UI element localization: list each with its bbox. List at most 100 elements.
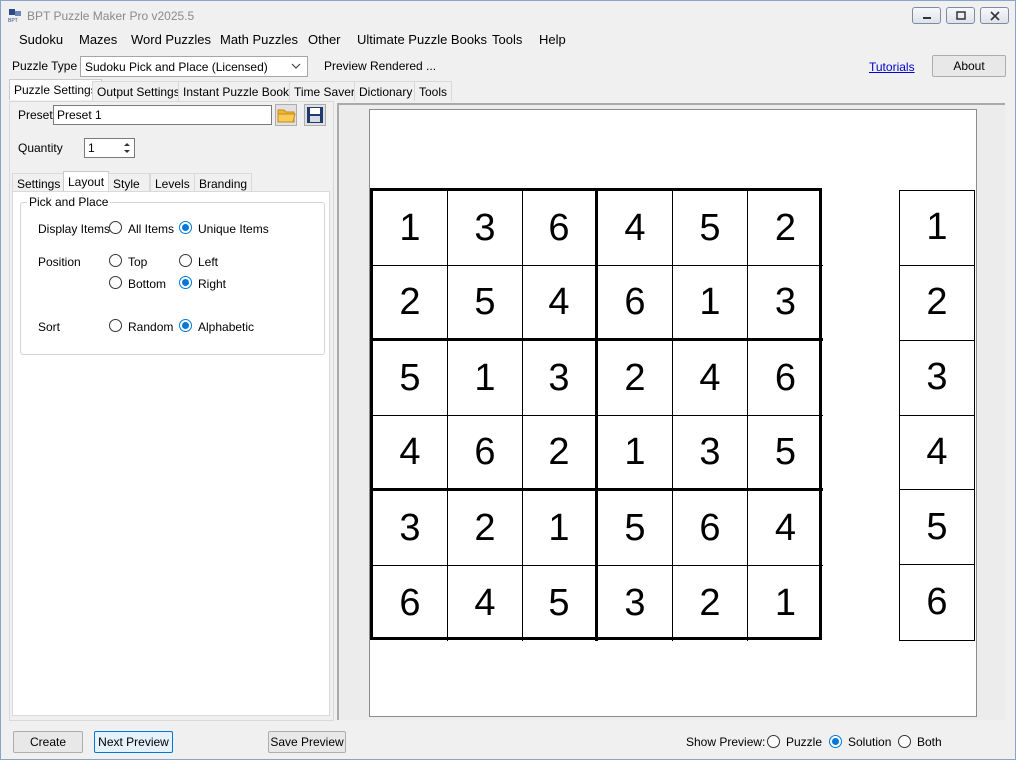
folder-icon (277, 109, 296, 123)
menu-tools[interactable]: Tools (492, 32, 522, 47)
tab-puzzle-settings[interactable]: Puzzle Settings (9, 79, 102, 100)
menu-other[interactable]: Other (308, 32, 341, 47)
tab-instant-puzzle-books[interactable]: Instant Puzzle Books (178, 81, 301, 101)
position-top-label[interactable]: Top (128, 255, 147, 269)
grid-cell: 1 (673, 266, 748, 341)
grid-cell: 4 (373, 416, 448, 491)
stepper-arrows-icon[interactable] (121, 139, 133, 157)
menu-help[interactable]: Help (539, 32, 566, 47)
radio-show-solution[interactable] (829, 735, 842, 748)
create-button[interactable]: Create (13, 731, 83, 753)
show-solution-label[interactable]: Solution (848, 735, 891, 749)
preview-background: 136452254613513246462135321564645321 123… (339, 105, 1005, 720)
show-puzzle-label[interactable]: Puzzle (786, 735, 822, 749)
all-items-label[interactable]: All Items (128, 222, 174, 236)
menu-ultimate-puzzle-books[interactable]: Ultimate Puzzle Books (357, 32, 487, 47)
puzzle-type-row: Puzzle Type Sudoku Pick and Place (Licen… (1, 53, 1015, 79)
floppy-disk-icon (307, 107, 323, 123)
group-title: Pick and Place (27, 195, 111, 209)
bottom-bar: Create Next Preview Save Preview Show Pr… (1, 723, 1015, 759)
maximize-button[interactable] (946, 7, 975, 24)
position-left-label[interactable]: Left (198, 255, 218, 269)
grid-cell: 5 (598, 491, 673, 566)
grid-cell: 6 (748, 341, 823, 416)
radio-position-bottom[interactable] (109, 276, 122, 289)
tutorials-link[interactable]: Tutorials (869, 60, 915, 74)
minimize-button[interactable] (912, 7, 941, 24)
radio-unique-items[interactable] (179, 221, 192, 234)
grid-cell: 6 (523, 191, 598, 266)
radio-position-right[interactable] (179, 276, 192, 289)
tab-tools[interactable]: Tools (414, 81, 453, 101)
show-preview-label: Show Preview: (686, 735, 766, 749)
position-bottom-label[interactable]: Bottom (128, 277, 166, 291)
maximize-icon (956, 11, 966, 20)
menu-math-puzzles[interactable]: Math Puzzles (220, 32, 298, 47)
puzzle-type-value: Sudoku Pick and Place (Licensed) (85, 60, 268, 74)
pick-item: 6 (926, 581, 948, 624)
grid-cell: 3 (448, 191, 523, 266)
tab-time-saver[interactable]: Time Saver (289, 81, 360, 101)
radio-position-left[interactable] (179, 254, 192, 267)
pick-item: 3 (900, 341, 974, 416)
save-preset-button[interactable] (304, 104, 326, 126)
grid-cell: 4 (598, 191, 673, 266)
grid-cell: 2 (523, 416, 598, 491)
menu-bar: Sudoku Mazes Word Puzzles Math Puzzles O… (1, 29, 1015, 51)
grid-cell: 2 (448, 491, 523, 566)
radio-show-both[interactable] (898, 735, 911, 748)
grid-cell: 1 (373, 191, 448, 266)
tab-layout[interactable]: Layout (63, 171, 110, 192)
grid-cell: 6 (373, 566, 448, 641)
preset-input[interactable]: Preset 1 (53, 105, 272, 125)
tab-output-settings[interactable]: Output Settings (92, 81, 185, 101)
grid-cell: 1 (598, 416, 673, 491)
about-button[interactable]: About (932, 55, 1006, 77)
chevron-down-icon (291, 63, 301, 69)
grid-cell: 2 (748, 191, 823, 266)
grid-cell: 1 (774, 582, 797, 624)
menu-mazes[interactable]: Mazes (79, 32, 117, 47)
puzzle-type-select[interactable]: Sudoku Pick and Place (Licensed) (80, 56, 308, 77)
show-both-label[interactable]: Both (917, 735, 942, 749)
radio-sort-random[interactable] (109, 319, 122, 332)
grid-cell: 3 (748, 266, 823, 341)
tab-levels[interactable]: Levels (150, 173, 195, 193)
grid-cell: 1 (448, 341, 523, 416)
next-preview-button[interactable]: Next Preview (94, 731, 173, 753)
grid-cell: 3 (523, 341, 598, 416)
menu-word-puzzles[interactable]: Word Puzzles (131, 32, 211, 47)
radio-sort-alphabetic[interactable] (179, 319, 192, 332)
position-right-label[interactable]: Right (198, 277, 226, 291)
quantity-stepper[interactable]: 1 (84, 138, 135, 158)
pick-item: 5 (900, 490, 974, 566)
grid-cell: 2 (598, 341, 673, 416)
quantity-value: 1 (88, 141, 95, 155)
grid-cell: 5 (523, 566, 598, 641)
menu-sudoku[interactable]: Sudoku (19, 32, 63, 47)
tab-style[interactable]: Style (108, 173, 150, 193)
radio-all-items[interactable] (109, 221, 122, 234)
preview-area[interactable]: 136452254613513246462135321564645321 123… (337, 103, 1005, 720)
radio-position-top[interactable] (109, 254, 122, 267)
pick-item: 1 (900, 191, 974, 266)
unique-items-label[interactable]: Unique Items (198, 222, 269, 236)
sort-alphabetic-label[interactable]: Alphabetic (198, 320, 254, 334)
tab-branding[interactable]: Branding (194, 173, 253, 193)
tab-dictionary[interactable]: Dictionary (354, 81, 418, 101)
tab-settings[interactable]: Settings (12, 173, 66, 193)
quantity-label: Quantity (18, 141, 63, 155)
close-button[interactable] (980, 7, 1009, 24)
sudoku-grid: 136452254613513246462135321564645321 (370, 188, 823, 641)
grid-cell: 5 (448, 266, 523, 341)
save-preview-button[interactable]: Save Preview (268, 731, 346, 753)
open-preset-button[interactable] (275, 104, 297, 126)
pick-items-column: 12345 6 (899, 190, 975, 641)
grid-cell: 1 (523, 491, 598, 566)
sort-random-label[interactable]: Random (128, 320, 173, 334)
grid-cell: 6 (448, 416, 523, 491)
pick-item: 2 (900, 266, 974, 341)
sort-label: Sort (38, 320, 61, 334)
grid-cell: 3 (598, 566, 673, 641)
radio-show-puzzle[interactable] (767, 735, 780, 748)
